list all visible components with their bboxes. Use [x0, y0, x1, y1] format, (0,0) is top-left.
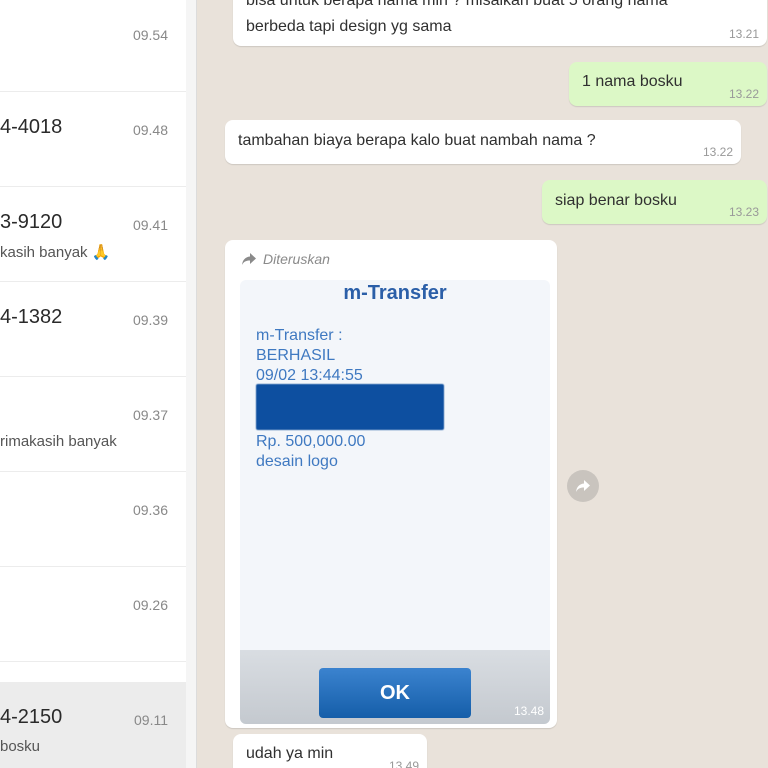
chat-preview: kasih banyak 🙏 — [0, 244, 111, 261]
chat-list: 09.54 4-4018 09.48 3-9120 09.41 kasih ba… — [0, 0, 197, 768]
message-line: berbeda tapi design yg sama — [246, 18, 452, 35]
chat-time: 09.37 — [132, 407, 168, 423]
chat-list-item-active[interactable]: 4-2150 09.11 bosku — [0, 682, 186, 768]
chat-list-item[interactable]: 09.26 — [0, 567, 186, 662]
chat-name: 3-9120 — [0, 211, 63, 233]
message-text: 1 nama bosku — [582, 73, 683, 90]
message-text: bisa untuk berapa nama min ? misalkan bu… — [246, 0, 668, 40]
message-time: 13.49 — [388, 759, 419, 768]
outgoing-message: 1 nama bosku 13.22 — [569, 62, 767, 106]
message-time: 13.22 — [728, 87, 759, 101]
chat-time: 09.11 — [134, 712, 168, 728]
chat-time: 09.48 — [132, 122, 168, 138]
outgoing-message: siap benar bosku 13.23 — [542, 180, 767, 224]
chat-time: 09.54 — [132, 27, 168, 43]
chat-list-item[interactable]: 4-1382 09.39 — [0, 282, 186, 377]
chat-preview: rimakasih banyak — [0, 433, 117, 450]
chat-list-item[interactable]: 09.54 — [0, 0, 186, 92]
forwarded-label: Diteruskan — [241, 251, 330, 267]
message-time: 13.22 — [702, 145, 733, 159]
chat-time: 09.36 — [132, 502, 168, 518]
message-time: 13.21 — [728, 27, 759, 41]
transfer-footer: OK 13.48 — [240, 650, 550, 724]
transfer-line: m-Transfer : — [256, 327, 343, 344]
transfer-line: BERHASIL — [256, 347, 336, 364]
forward-message-button[interactable] — [567, 470, 599, 502]
forwarded-image-message: Diteruskan m-Transfer m-Transfer : BERHA… — [225, 240, 557, 728]
chat-name: 4-2150 — [0, 706, 63, 728]
forward-arrow-icon — [576, 480, 590, 492]
chat-time: 09.41 — [132, 217, 168, 233]
chat-time: 09.26 — [132, 597, 168, 613]
message-text: udah ya min — [246, 745, 334, 762]
incoming-message: tambahan biaya berapa kalo buat nambah n… — [225, 120, 741, 164]
transfer-note: desain logo — [256, 453, 338, 470]
chat-list-item[interactable]: 4-4018 09.48 — [0, 92, 186, 187]
transfer-line: 09/02 13:44:55 — [256, 367, 363, 384]
conversation-pane: bisa untuk berapa nama min ? misalkan bu… — [197, 0, 768, 768]
chat-time: 09.39 — [132, 312, 168, 328]
chat-name: 4-4018 — [0, 116, 63, 138]
chat-list-item[interactable]: 09.37 rimakasih banyak — [0, 377, 186, 472]
forwarded-text: Diteruskan — [263, 251, 330, 267]
chat-list-item[interactable]: 3-9120 09.41 kasih banyak 🙏 — [0, 187, 186, 282]
incoming-message: bisa untuk berapa nama min ? misalkan bu… — [233, 0, 767, 46]
chat-list-item[interactable]: 09.36 — [0, 472, 186, 567]
transfer-title: m-Transfer — [343, 282, 447, 304]
message-time: 13.48 — [513, 704, 544, 718]
chat-preview: bosku — [0, 738, 41, 755]
transfer-screenshot-image[interactable]: m-Transfer m-Transfer : BERHASIL 09/02 1… — [240, 280, 550, 724]
message-text: siap benar bosku — [555, 192, 677, 209]
message-time: 13.23 — [728, 205, 759, 219]
message-line: bisa untuk berapa nama min ? misalkan bu… — [246, 0, 668, 9]
forward-arrow-icon — [242, 253, 256, 265]
redaction-block — [256, 384, 444, 430]
incoming-message: udah ya min 13.49 — [233, 734, 427, 768]
chat-name: 4-1382 — [0, 306, 63, 328]
message-text: tambahan biaya berapa kalo buat nambah n… — [238, 132, 596, 149]
chat-list-scroll-gutter — [186, 0, 196, 768]
ok-button: OK — [319, 668, 471, 718]
transfer-amount: Rp. 500,000.00 — [256, 433, 366, 450]
